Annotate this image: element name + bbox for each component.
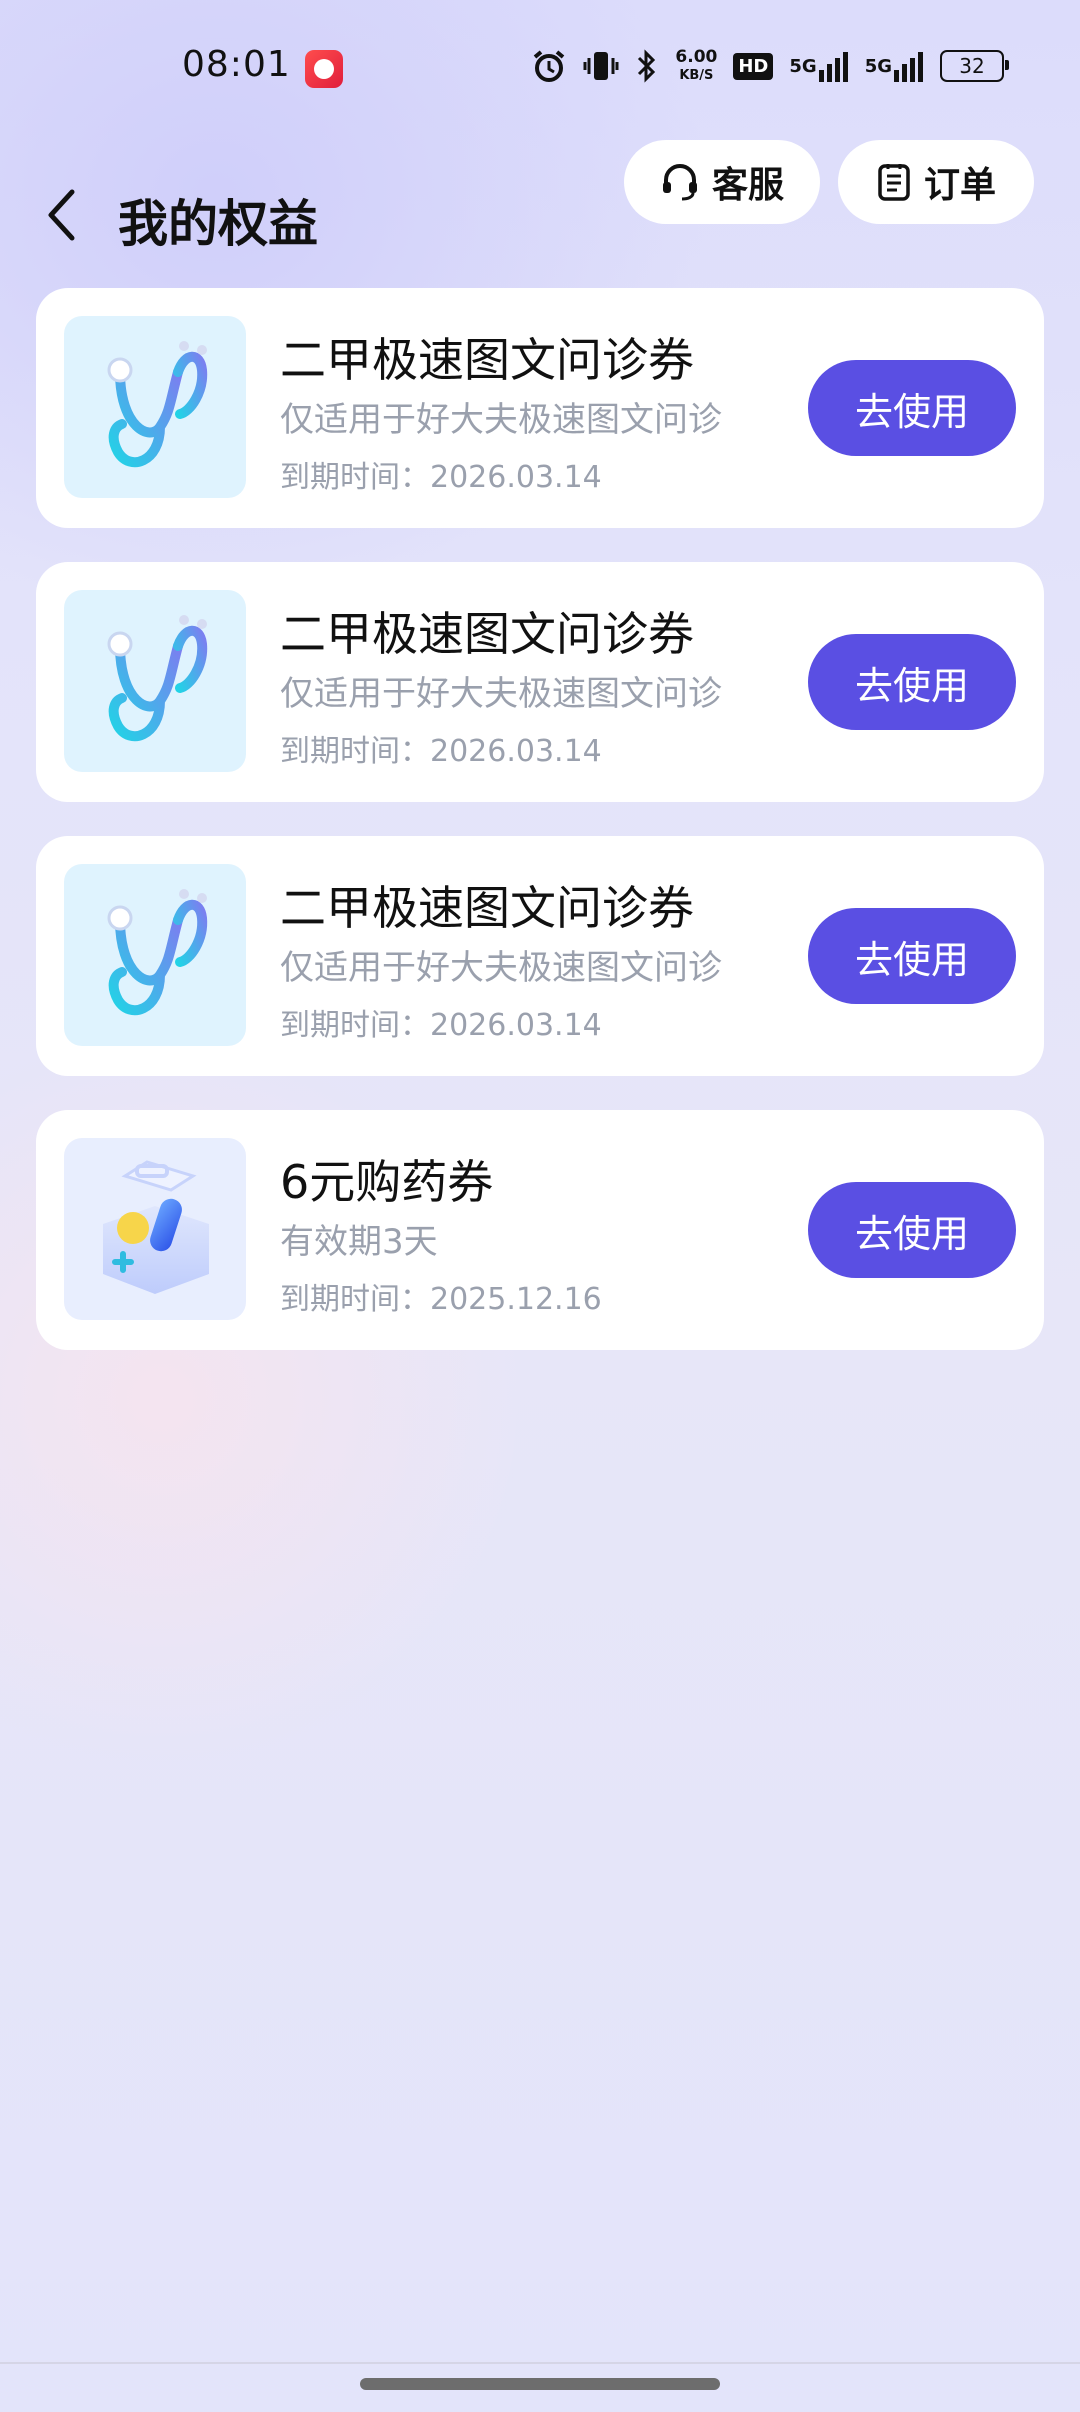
- orders-button[interactable]: 订单: [838, 140, 1034, 224]
- use-coupon-button[interactable]: 去使用: [808, 1182, 1016, 1278]
- signal-icon-2: 5G: [865, 50, 924, 82]
- coupon-card[interactable]: 二甲极速图文问诊券 仅适用于好大夫极速图文问诊 到期时间：2026.03.14 …: [36, 836, 1044, 1076]
- coupon-expiry: 到期时间：2026.03.14: [280, 734, 602, 769]
- headset-icon: [662, 164, 697, 201]
- coupon-title: 6元购药券: [280, 1155, 494, 1209]
- hd-badge: HD: [733, 52, 774, 80]
- home-indicator[interactable]: [360, 2378, 720, 2390]
- use-coupon-button[interactable]: 去使用: [808, 908, 1016, 1004]
- page-header: 我的权益 客服 订单: [0, 140, 1080, 290]
- medicine-box-icon: [64, 1138, 246, 1320]
- back-button[interactable]: [36, 180, 86, 250]
- status-time: 08:01: [182, 44, 291, 85]
- coupon-description: 仅适用于好大夫极速图文问诊: [280, 948, 722, 988]
- order-list-icon: [878, 164, 910, 201]
- signal-icon: 5G: [789, 50, 848, 82]
- use-coupon-button[interactable]: 去使用: [808, 360, 1016, 456]
- page-title: 我的权益: [118, 195, 318, 253]
- alarm-icon: [531, 48, 567, 84]
- coupon-expiry: 到期时间：2025.12.16: [280, 1282, 602, 1317]
- battery-level: 32: [959, 54, 985, 78]
- coupon-expiry: 到期时间：2026.03.14: [280, 460, 602, 495]
- coupon-card[interactable]: 6元购药券 有效期3天 到期时间：2025.12.16 去使用: [36, 1110, 1044, 1350]
- signal1-label: 5G: [789, 55, 817, 77]
- coupon-card[interactable]: 二甲极速图文问诊券 仅适用于好大夫极速图文问诊 到期时间：2026.03.14 …: [36, 562, 1044, 802]
- signal2-label: 5G: [864, 55, 892, 77]
- orders-label: 订单: [923, 165, 996, 206]
- stethoscope-icon: [64, 316, 246, 498]
- coupon-title: 二甲极速图文问诊券: [280, 607, 694, 661]
- battery-icon: 32: [940, 50, 1009, 82]
- bluetooth-icon: [635, 48, 659, 84]
- coupon-description: 仅适用于好大夫极速图文问诊: [280, 400, 722, 440]
- bottom-divider: [0, 2362, 1080, 2364]
- status-bar: 08:01 6.00 KB/S HD 5G 5G 32: [0, 0, 1080, 140]
- network-speed: 6.00 KB/S: [675, 46, 718, 84]
- coupon-title: 二甲极速图文问诊券: [280, 881, 694, 935]
- coupon-expiry: 到期时间：2026.03.14: [280, 1008, 602, 1043]
- coupon-description: 有效期3天: [280, 1222, 438, 1262]
- app-notification-icon: [305, 50, 343, 88]
- chevron-left-icon: [48, 189, 75, 241]
- customer-service-label: 客服: [711, 165, 784, 206]
- stethoscope-icon: [64, 864, 246, 1046]
- stethoscope-icon: [64, 590, 246, 772]
- status-icons: 6.00 KB/S HD 5G 5G 32: [531, 46, 1009, 86]
- coupon-card[interactable]: 二甲极速图文问诊券 仅适用于好大夫极速图文问诊 到期时间：2026.03.14 …: [36, 288, 1044, 528]
- net-speed-unit: KB/S: [679, 67, 714, 83]
- coupon-description: 仅适用于好大夫极速图文问诊: [280, 674, 722, 714]
- net-speed-value: 6.00: [675, 46, 718, 67]
- coupon-title: 二甲极速图文问诊券: [280, 333, 694, 387]
- vibrate-icon: [583, 48, 619, 84]
- benefits-list: 二甲极速图文问诊券 仅适用于好大夫极速图文问诊 到期时间：2026.03.14 …: [36, 288, 1044, 1384]
- use-coupon-button[interactable]: 去使用: [808, 634, 1016, 730]
- customer-service-button[interactable]: 客服: [624, 140, 820, 224]
